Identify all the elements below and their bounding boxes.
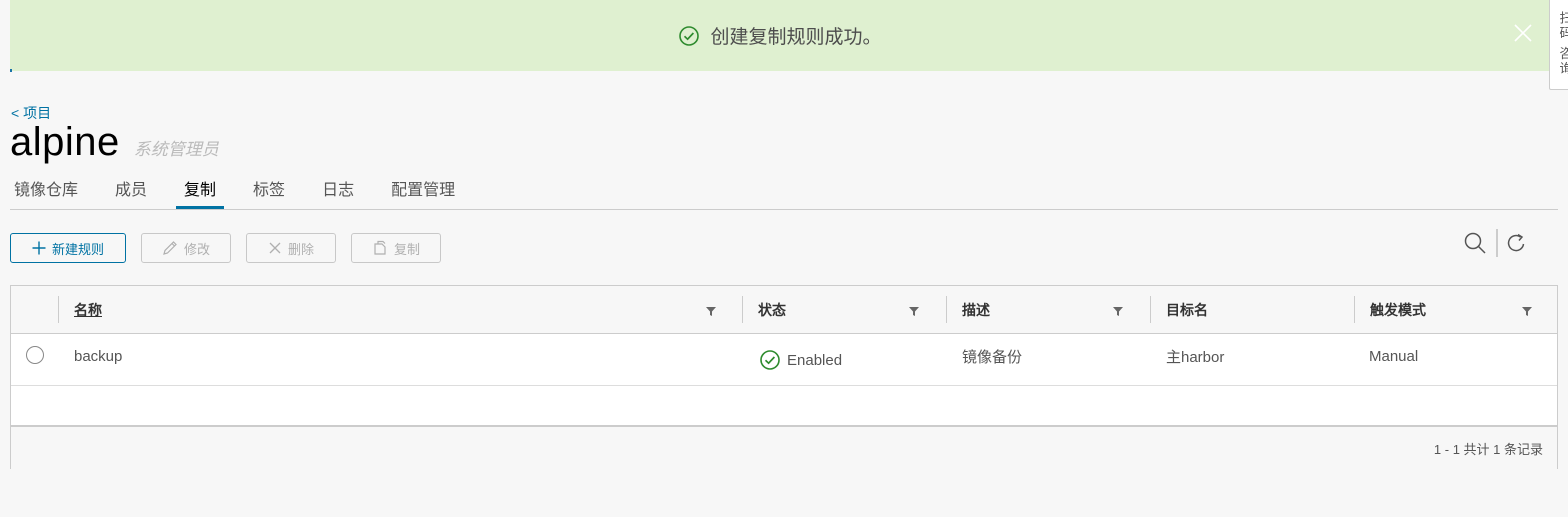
delete-button[interactable]: 删除 xyxy=(246,233,336,263)
filter-icon[interactable] xyxy=(908,304,920,322)
replication-rules-table: 名称 状态 描述 目标名 触发模式 backup Enabled 镜像备份 主h… xyxy=(10,285,1558,470)
filter-icon[interactable] xyxy=(705,304,717,322)
new-rule-label: 新建规则 xyxy=(51,241,104,257)
project-tabs: 镜像仓库 成员 复制 标签 日志 配置管理 xyxy=(10,172,1558,210)
close-icon[interactable] xyxy=(1512,22,1534,44)
tab-repositories[interactable]: 镜像仓库 xyxy=(10,172,82,205)
role-label: 系统管理员 xyxy=(133,140,219,159)
status-text: Enabled xyxy=(787,351,843,369)
column-label: 描述 xyxy=(962,301,990,318)
grid-tools xyxy=(1463,229,1528,257)
copy-button[interactable]: 复制 xyxy=(351,233,441,263)
column-header-name[interactable]: 名称 xyxy=(59,286,743,333)
check-circle-icon xyxy=(678,25,700,47)
divider xyxy=(1496,229,1498,257)
column-label: 触发模式 xyxy=(1370,301,1426,318)
banner-edge xyxy=(10,69,12,72)
tab-members[interactable]: 成员 xyxy=(111,172,151,205)
tab-replication[interactable]: 复制 xyxy=(176,172,225,209)
row-select-radio[interactable] xyxy=(26,346,44,364)
page-title-row: alpine 系统管理员 xyxy=(10,120,219,165)
column-label: 目标名 xyxy=(1166,301,1208,318)
status-cell: Enabled xyxy=(759,338,842,382)
page: 创建复制规则成功。 扫码 咨询 < 项目 alpine 系统管理员 镜像仓库 成… xyxy=(0,0,1568,517)
check-circle-icon xyxy=(759,349,781,371)
toolbar: 新建规则 修改 删除 复制 xyxy=(10,233,456,263)
tab-labels[interactable]: 标签 xyxy=(249,172,289,205)
column-label: 名称 xyxy=(74,301,102,318)
delete-label: 删除 xyxy=(287,241,314,257)
page-title: alpine xyxy=(10,120,120,164)
search-icon[interactable] xyxy=(1463,231,1487,255)
copy-label: 复制 xyxy=(393,241,420,257)
filter-icon[interactable] xyxy=(1112,304,1124,322)
success-banner: 创建复制规则成功。 xyxy=(10,0,1550,71)
table-footer: 1 - 1 共计 1 条记录 xyxy=(11,427,1557,470)
banner-message: 创建复制规则成功。 xyxy=(710,27,882,48)
feedback-side-tab[interactable]: 扫码 咨询 xyxy=(1549,0,1568,90)
new-rule-button[interactable]: 新建规则 xyxy=(10,233,126,263)
table-row[interactable]: backup Enabled 镜像备份 主harbor Manual xyxy=(11,334,1557,386)
rule-name-cell: backup xyxy=(74,347,123,365)
record-count: 1 - 1 共计 1 条记录 xyxy=(1433,442,1543,457)
table-header: 名称 状态 描述 目标名 触发模式 xyxy=(11,286,1557,334)
trigger-cell: Manual xyxy=(1369,347,1419,365)
tab-logs[interactable]: 日志 xyxy=(318,172,358,205)
side-tab-label: 扫码 咨询 xyxy=(1557,11,1568,77)
column-header-target[interactable]: 目标名 xyxy=(1151,286,1354,333)
description-cell: 镜像备份 xyxy=(962,348,1023,366)
edit-button[interactable]: 修改 xyxy=(141,233,231,263)
pencil-icon xyxy=(162,240,178,256)
column-label: 状态 xyxy=(758,301,786,318)
target-cell: 主harbor xyxy=(1166,348,1225,366)
copy-icon xyxy=(372,240,388,256)
refresh-icon[interactable] xyxy=(1506,232,1528,254)
close-icon xyxy=(268,241,282,255)
plus-icon xyxy=(32,241,46,255)
edit-label: 修改 xyxy=(183,241,210,257)
filter-icon[interactable] xyxy=(1521,304,1533,322)
empty-area xyxy=(11,386,1557,427)
tab-configuration[interactable]: 配置管理 xyxy=(387,172,459,205)
